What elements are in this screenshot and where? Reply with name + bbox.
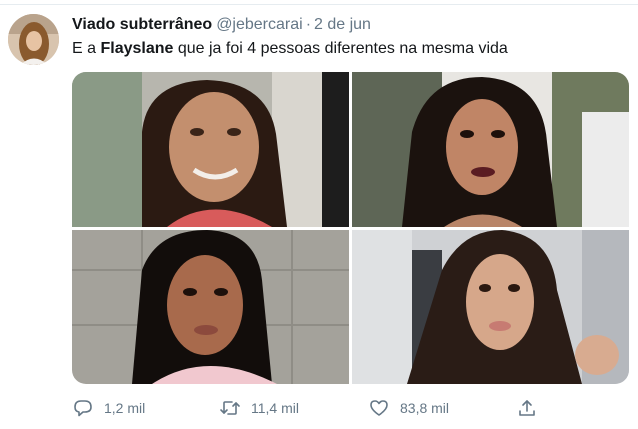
tweet[interactable]: Viado subterrâneo @jebercarai · 2 de jun E … [0,0,638,429]
media-photo-4[interactable] [352,230,629,384]
share-upload-icon [516,397,538,419]
tweet-text-bold: Flayslane [100,40,174,57]
media-photo-2[interactable] [352,72,629,227]
user-handle[interactable]: @jebercarai [216,16,303,33]
share-button[interactable] [516,396,538,420]
tweet-date[interactable]: 2 de jun [314,16,371,33]
speech-bubble-icon [72,397,94,419]
media-grid[interactable] [72,72,629,384]
like-count: 83,8 mil [400,400,450,416]
retweet-count: 11,4 mil [251,400,299,416]
reply-count: 1,2 mil [104,400,146,416]
tweet-actions: 1,2 mil 11,4 mil 83,8 mil [72,396,552,420]
reply-button[interactable]: 1,2 mil [72,396,145,420]
media-photo-3[interactable] [72,230,349,384]
tweet-text-end: que ja foi 4 pessoas diferentes na mesma… [173,40,508,57]
avatar[interactable] [8,14,59,65]
tweet-text-start: E a [72,40,101,57]
media-photo-1[interactable] [72,72,349,227]
like-button[interactable]: 83,8 mil [368,396,449,420]
tweet-text: E a Flayslane que ja foi 4 pessoas difer… [72,38,508,60]
retweet-button[interactable]: 11,4 mil [219,396,299,420]
retweet-arrows-icon [219,397,241,419]
display-name[interactable]: Viado subterrâneo [72,16,212,33]
tweet-header: Viado subterrâneo @jebercarai · 2 de jun [72,14,371,36]
heart-icon [368,397,390,419]
separator-dot: · [305,16,312,33]
